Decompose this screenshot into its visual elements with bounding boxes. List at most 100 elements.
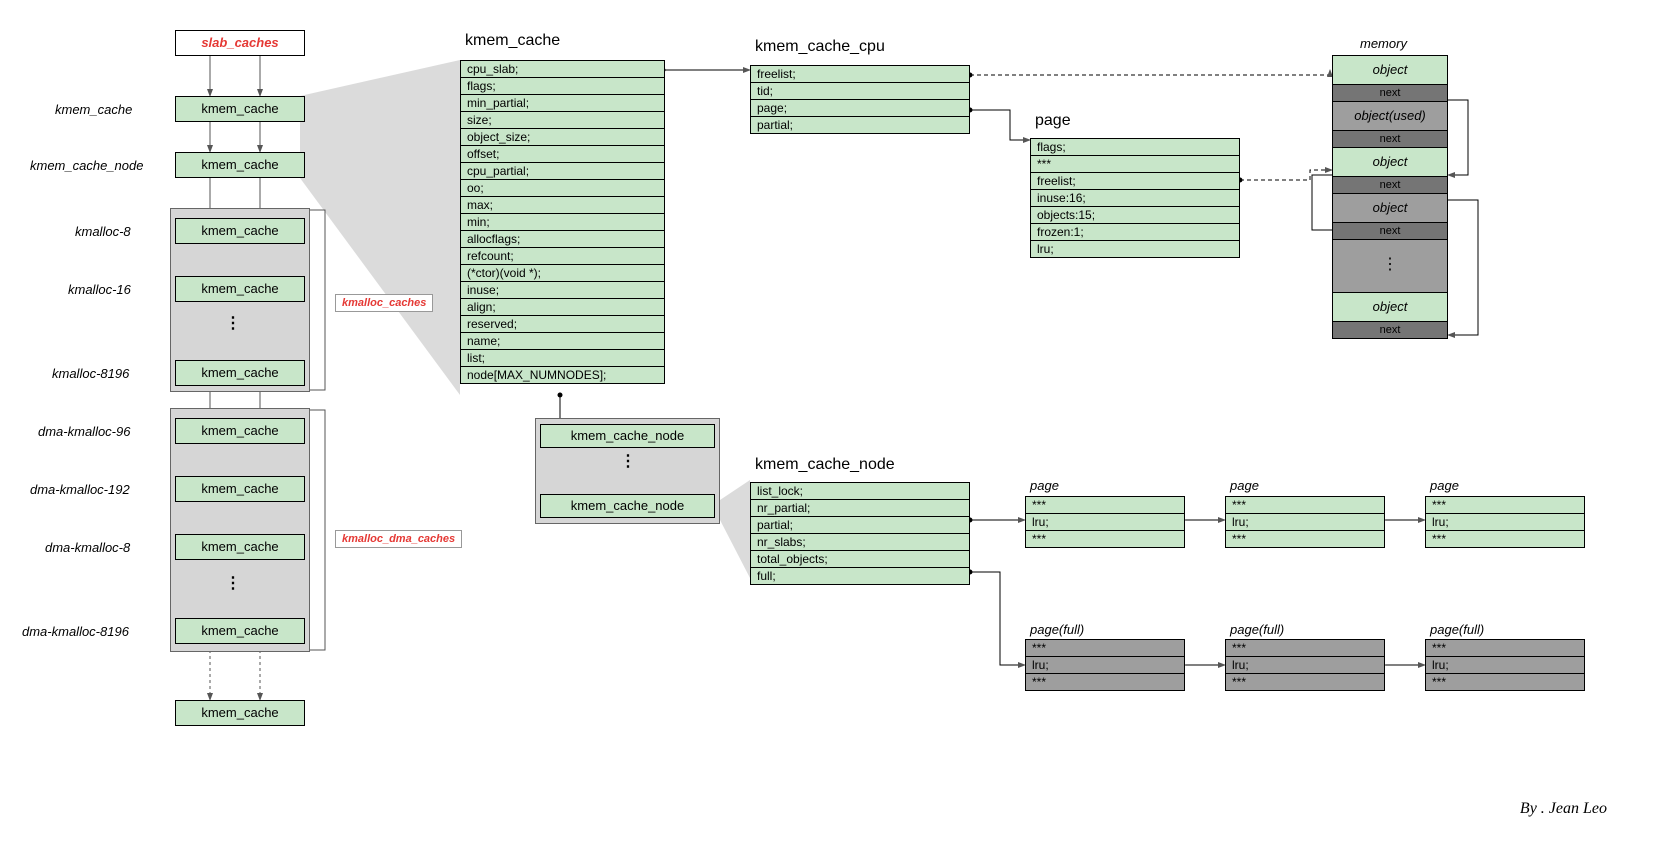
struct-field: lru; [1425,656,1585,674]
label-kmalloc-8196: kmalloc-8196 [52,366,129,381]
struct-field: nr_partial; [750,499,970,517]
struct-field: flags; [1030,138,1240,156]
vdots-icon: ⋮ [225,320,243,328]
struct-field: *** [1425,496,1585,514]
struct-field: node[MAX_NUMNODES]; [460,366,665,384]
struct-field: *** [1025,530,1185,548]
struct-field: partial; [750,116,970,134]
page3-title: page [1430,478,1459,493]
vdots-icon-3: ⋮ [620,458,638,466]
struct-field: *** [1425,639,1585,657]
struct-field: object_size; [460,128,665,146]
page-full-3: ***lru;*** [1425,640,1585,691]
pagefull1-title: page(full) [1030,622,1084,637]
memory-cell: object [1332,193,1448,223]
memory-cell: ⋮ [1332,239,1448,293]
struct-field: *** [1225,673,1385,691]
list-node-kmalloc-16: kmem_cache [175,276,305,302]
struct-field: cpu_partial; [460,162,665,180]
struct-field: *** [1425,673,1585,691]
list-node-kmem-cache: kmem_cache [175,96,305,122]
list-node-dma-8: kmem_cache [175,534,305,560]
kmem-cache-node-struct: list_lock;nr_partial;partial;nr_slabs;to… [750,482,970,585]
struct-field: size; [460,111,665,129]
struct-field: inuse; [460,281,665,299]
label-dma-8: dma-kmalloc-8 [45,540,130,555]
struct-field: oo; [460,179,665,197]
memory-cell: next [1332,222,1448,240]
struct-field: align; [460,298,665,316]
vdots-icon-2: ⋮ [225,580,243,588]
struct-field: *** [1025,673,1185,691]
struct-field: min_partial; [460,94,665,112]
list-node-dma-96: kmem_cache [175,418,305,444]
page-partial-2: ***lru;*** [1225,496,1385,548]
list-node-kmem-cache-node: kmem_cache [175,152,305,178]
list-node-dma-192: kmem_cache [175,476,305,502]
kmem-cache-title: kmem_cache [465,32,560,50]
label-kmalloc-16: kmalloc-16 [68,282,131,297]
struct-field: total_objects; [750,550,970,568]
struct-field: tid; [750,82,970,100]
dma-kmalloc-group [170,408,310,652]
struct-field: frozen:1; [1030,223,1240,241]
list-node-dma-8196: kmem_cache [175,618,305,644]
label-dma-8196: dma-kmalloc-8196 [22,624,129,639]
struct-field: lru; [1025,656,1185,674]
struct-field: reserved; [460,315,665,333]
struct-field: lru; [1225,656,1385,674]
label-dma-192: dma-kmalloc-192 [30,482,130,497]
label-kmem-cache-node: kmem_cache_node [30,158,143,173]
struct-field: freelist; [1030,172,1240,190]
page1-title: page [1030,478,1059,493]
struct-field: full; [750,567,970,585]
pagefull3-title: page(full) [1430,622,1484,637]
page2-title: page [1230,478,1259,493]
kmem-cache-node-title: kmem_cache_node [755,456,895,474]
label-kmem-cache: kmem_cache [55,102,132,117]
struct-field: *** [1425,530,1585,548]
memory-cell: object(used) [1332,101,1448,131]
struct-field: *** [1225,496,1385,514]
struct-field: (*ctor)(void *); [460,264,665,282]
node-array-item-bottom: kmem_cache_node [540,494,715,518]
list-node-kmalloc-8196: kmem_cache [175,360,305,386]
kmem-cache-cpu-struct: freelist;tid;page;partial; [750,65,970,134]
page-partial-1: ***lru;*** [1025,496,1185,548]
signature: By . Jean Leo [1520,800,1607,818]
slab-caches-label: slab_caches [201,35,278,50]
memory-cell: next [1332,176,1448,194]
memory-cell: object [1332,55,1448,85]
struct-field: list_lock; [750,482,970,500]
struct-field: *** [1025,496,1185,514]
kmalloc-caches-label: kmalloc_caches [335,294,433,312]
page-full-1: ***lru;*** [1025,640,1185,691]
struct-field: list; [460,349,665,367]
list-node-tail: kmem_cache [175,700,305,726]
memory-cell: next [1332,321,1448,339]
struct-field: freelist; [750,65,970,83]
struct-field: refcount; [460,247,665,265]
struct-field: *** [1225,639,1385,657]
memory-cell: next [1332,84,1448,102]
struct-field: lru; [1030,240,1240,258]
label-kmalloc-8: kmalloc-8 [75,224,131,239]
slab-caches-head: slab_caches [175,30,305,56]
kmalloc-dma-caches-label: kmalloc_dma_caches [335,530,462,548]
kmem-cache-cpu-title: kmem_cache_cpu [755,38,885,56]
page-full-2: ***lru;*** [1225,640,1385,691]
label-dma-96: dma-kmalloc-96 [38,424,130,439]
struct-field: nr_slabs; [750,533,970,551]
struct-field: *** [1030,155,1240,173]
struct-field: allocflags; [460,230,665,248]
struct-field: cpu_slab; [460,60,665,78]
pagefull2-title: page(full) [1230,622,1284,637]
memory-cell: next [1332,130,1448,148]
memory-cell: object [1332,292,1448,322]
memory-cell: object [1332,147,1448,177]
struct-field: objects:15; [1030,206,1240,224]
node-array-item-top: kmem_cache_node [540,424,715,448]
struct-field: flags; [460,77,665,95]
list-node-kmalloc-8: kmem_cache [175,218,305,244]
struct-field: inuse:16; [1030,189,1240,207]
